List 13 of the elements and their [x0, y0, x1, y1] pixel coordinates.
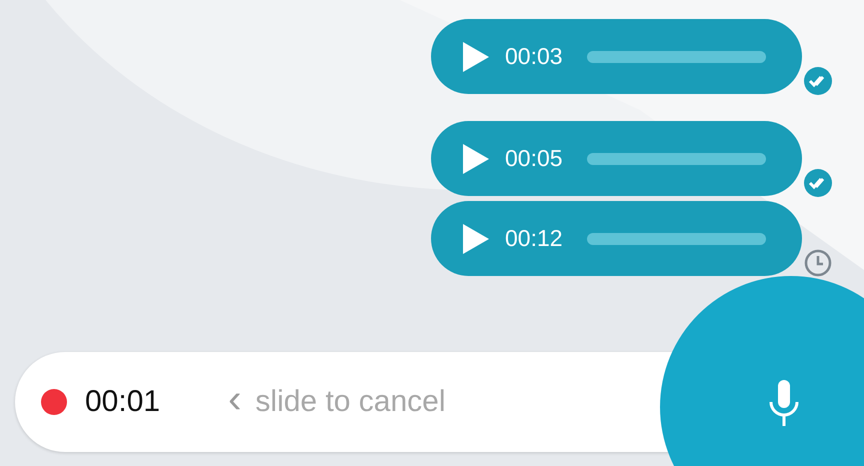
audio-track[interactable] — [587, 50, 766, 62]
play-icon[interactable] — [463, 42, 489, 72]
recording-time: 00:01 — [85, 385, 160, 419]
message-duration: 00:12 — [505, 225, 564, 252]
message-duration: 00:03 — [505, 43, 564, 70]
audio-track[interactable] — [587, 232, 766, 244]
play-icon[interactable] — [463, 224, 489, 254]
play-icon[interactable] — [463, 144, 489, 174]
slide-hint: slide to cancel — [255, 385, 446, 419]
audio-track[interactable] — [587, 152, 766, 164]
message-duration: 00:05 — [505, 145, 564, 172]
chevron-icon: ‹ — [228, 379, 242, 425]
microphone-icon — [768, 380, 800, 426]
